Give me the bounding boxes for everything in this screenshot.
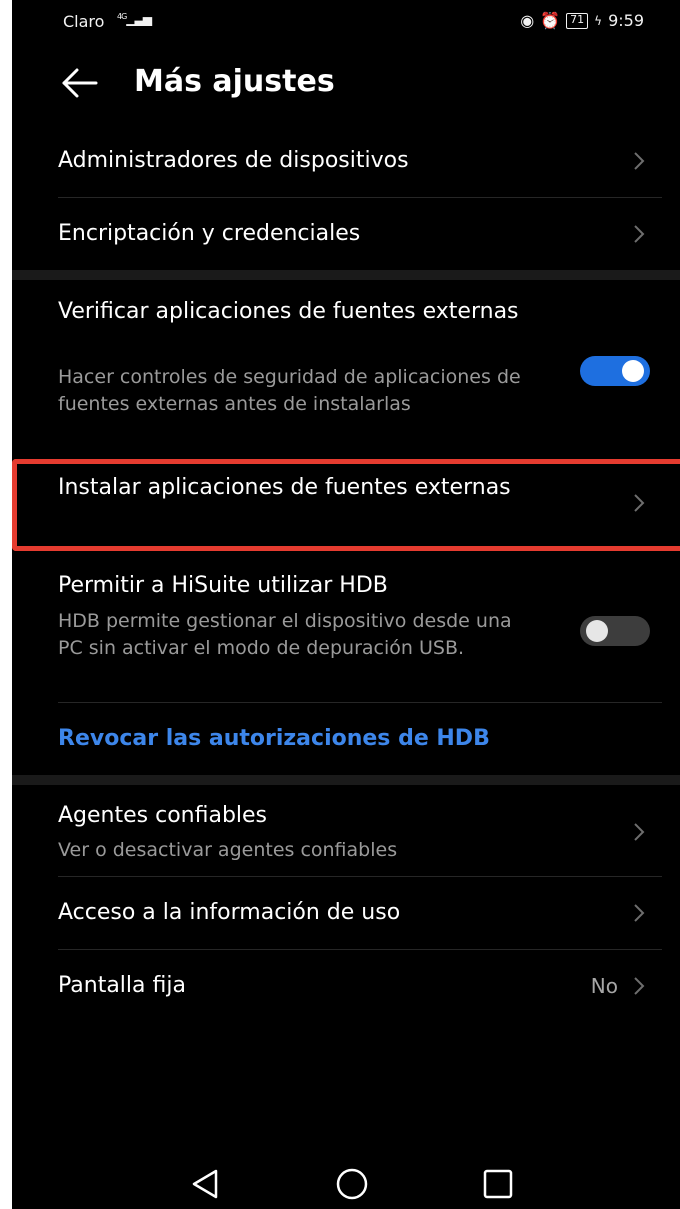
- revoke-hdb-link[interactable]: Revocar las autorizaciones de HDB: [58, 723, 490, 755]
- section-separator: [12, 270, 680, 280]
- chevron-right-icon: [634, 977, 645, 995]
- encryption-row[interactable]: Encriptación y credenciales: [12, 198, 680, 270]
- screen-pinning-value: No: [590, 974, 618, 998]
- hisuite-hdb-row[interactable]: Permitir a HiSuite utilizar HDB HDB perm…: [12, 560, 680, 700]
- page-title: Más ajustes: [134, 64, 335, 99]
- charging-icon: ϟ: [594, 13, 603, 28]
- phone-screen: Claro 4G▁▃▅ ◉ ⏰ 71 ϟ 9:59 Más ajustes Ad…: [12, 0, 680, 1209]
- status-bar: Claro 4G▁▃▅ ◉ ⏰ 71 ϟ 9:59: [12, 0, 680, 42]
- chevron-right-icon: [634, 904, 645, 922]
- eye-comfort-icon: ◉: [520, 11, 535, 30]
- battery-icon: 71: [566, 12, 589, 29]
- section-separator: [12, 775, 680, 785]
- highlight-annotation: [12, 459, 680, 551]
- triangle-back-icon[interactable]: [188, 1166, 224, 1202]
- carrier-name: Claro: [63, 12, 105, 31]
- clock: 9:59: [608, 11, 644, 30]
- signal-icon: 4G▁▃▅: [117, 12, 152, 26]
- app-header: Más ajustes: [12, 50, 680, 120]
- trust-agents-subtitle: Ver o desactivar agentes confiables: [58, 839, 398, 861]
- chevron-right-icon: [634, 225, 645, 243]
- encryption-title: Encriptación y credenciales: [58, 221, 361, 246]
- verify-apps-toggle[interactable]: [580, 356, 650, 386]
- verify-apps-subtitle: Hacer controles de seguridad de aplicaci…: [58, 366, 521, 415]
- device-admins-row[interactable]: Administradores de dispositivos: [12, 125, 680, 197]
- chevron-right-icon: [634, 823, 645, 841]
- hisuite-hdb-title: Permitir a HiSuite utilizar HDB: [58, 573, 388, 598]
- network-type: 4G: [117, 12, 127, 21]
- revoke-hdb-row[interactable]: Revocar las autorizaciones de HDB: [12, 703, 680, 775]
- trust-agents-row[interactable]: Agentes confiables Ver o desactivar agen…: [12, 786, 680, 876]
- status-icons: ◉ ⏰ 71 ϟ 9:59: [520, 11, 644, 30]
- screen-pinning-row[interactable]: Pantalla fija No: [12, 950, 680, 1022]
- usage-access-title: Acceso a la información de uso: [58, 900, 401, 925]
- square-recents-icon[interactable]: [480, 1166, 516, 1202]
- toggle-knob: [586, 620, 608, 642]
- battery-level: 71: [570, 12, 585, 26]
- usage-access-row[interactable]: Acceso a la información de uso: [12, 877, 680, 949]
- device-admins-title: Administradores de dispositivos: [58, 148, 409, 173]
- arrow-left-icon[interactable]: [60, 66, 100, 100]
- verify-apps-title: Verificar aplicaciones de fuentes extern…: [58, 299, 519, 324]
- screen-pinning-title: Pantalla fija: [58, 973, 186, 998]
- hisuite-hdb-toggle[interactable]: [580, 616, 650, 646]
- verify-apps-row[interactable]: Verificar aplicaciones de fuentes extern…: [12, 280, 680, 460]
- toggle-knob: [622, 360, 644, 382]
- hisuite-hdb-subtitle: HDB permite gestionar el dispositivo des…: [58, 610, 512, 659]
- chevron-right-icon: [634, 152, 645, 170]
- trust-agents-title: Agentes confiables: [58, 803, 268, 828]
- navigation-bar: [12, 1150, 680, 1209]
- circle-home-icon[interactable]: [334, 1166, 370, 1202]
- alarm-icon: ⏰: [540, 11, 561, 30]
